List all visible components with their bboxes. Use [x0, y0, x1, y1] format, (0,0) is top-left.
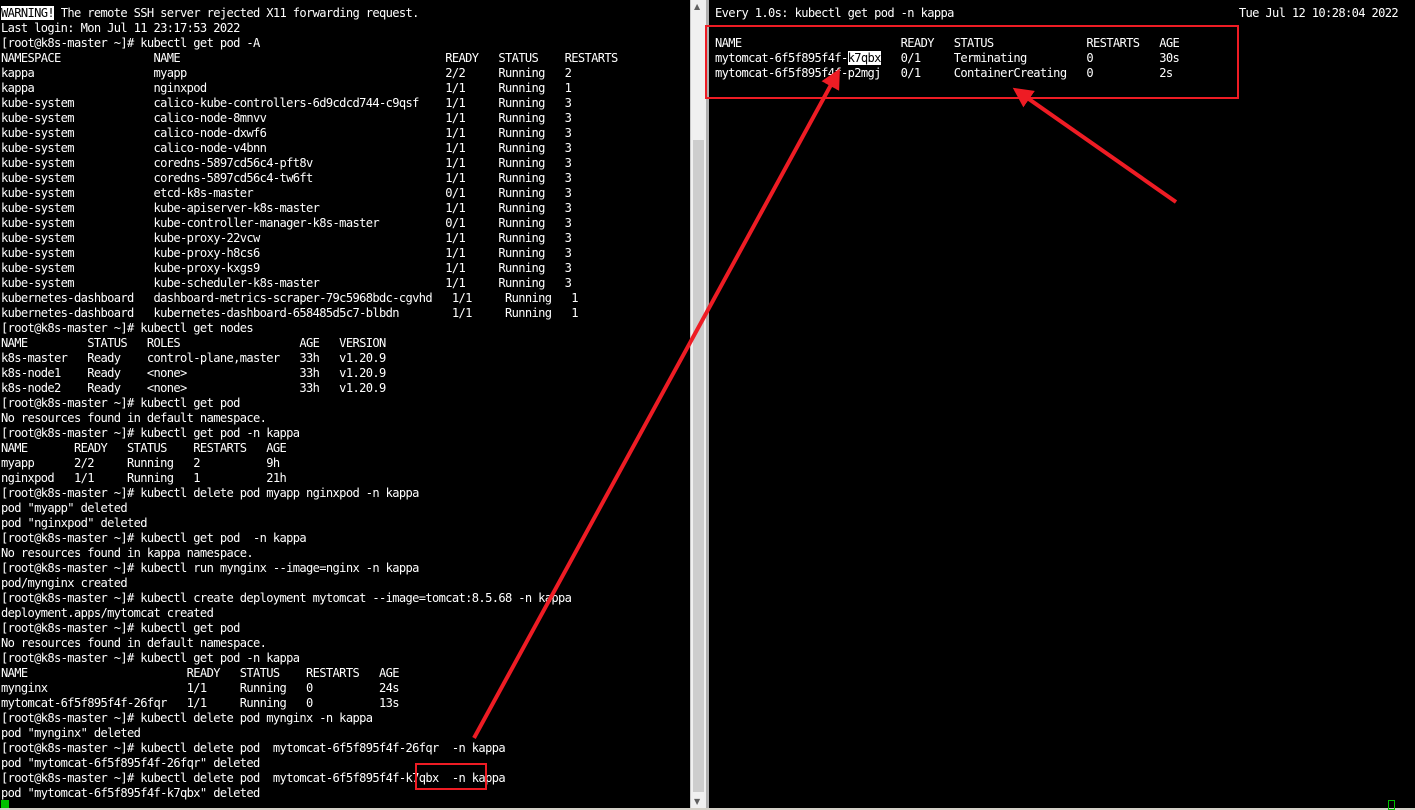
terminal-line: [root@k8s-master ~]# kubectl get pod -n … — [1, 651, 300, 665]
terminal-line: kube-system coredns-5897cd56c4-pft8v 1/1… — [1, 156, 572, 170]
terminal-line: [root@k8s-master ~]# kubectl delete pod … — [1, 486, 419, 500]
highlighted-text: WARNING! — [1, 6, 55, 20]
terminal-cursor — [1, 800, 9, 808]
terminal-line: kappa myapp 2/2 Running 2 — [1, 66, 572, 80]
terminal-line: kube-system coredns-5897cd56c4-tw6ft 1/1… — [1, 171, 572, 185]
terminal-line: pod "nginxpod" deleted — [1, 516, 148, 530]
terminal-line: [root@k8s-master ~]# kubectl get pod — [1, 621, 240, 635]
left-terminal-pane[interactable]: WARNING! The remote SSH server rejected … — [0, 0, 690, 808]
terminal-line: kube-system kube-proxy-22vcw 1/1 Running… — [1, 231, 572, 245]
terminal-line: [root@k8s-master ~]# kubectl create depl… — [1, 591, 572, 605]
terminal-line: kubernetes-dashboard dashboard-metrics-s… — [1, 291, 579, 305]
terminal-line: k8s-node1 Ready <none> 33h v1.20.9 — [1, 366, 386, 380]
terminal-line: NAMESPACE NAME READY STATUS RESTARTS — [1, 51, 618, 65]
terminal-line: myapp 2/2 Running 2 9h — [1, 456, 280, 470]
terminal-line: mynginx 1/1 Running 0 24s — [1, 681, 400, 695]
terminal-line: kube-system calico-node-8mnvv 1/1 Runnin… — [1, 111, 572, 125]
terminal-text: 0/1 Terminating 0 30s — [880, 51, 1180, 65]
terminal-line: No resources found in kappa namespace. — [1, 546, 254, 560]
terminal-line: deployment.apps/mytomcat created — [1, 606, 214, 620]
terminal-line: pod "mytomcat-6f5f895f4f-k7qbx" deleted — [1, 786, 260, 800]
terminal-line: No resources found in default namespace. — [1, 411, 267, 425]
left-terminal-output: WARNING! The remote SSH server rejected … — [1, 6, 618, 801]
terminal-line: mytomcat-6f5f895f4f-26fqr 1/1 Running 0 … — [1, 696, 400, 710]
terminal-line: NAME READY STATUS RESTARTS AGE — [1, 666, 400, 680]
terminal-line: NAME READY STATUS RESTARTS AGE — [1, 441, 287, 455]
terminal-line: NAME STATUS ROLES AGE VERSION — [1, 336, 386, 350]
terminal-line: pod/mynginx created — [1, 576, 128, 590]
terminal-line: [root@k8s-master ~]# kubectl get pod -A — [1, 36, 260, 50]
terminal-line: nginxpod 1/1 Running 1 21h — [1, 471, 287, 485]
terminal-cursor — [1388, 800, 1395, 810]
terminal-line: kubernetes-dashboard kubernetes-dashboar… — [1, 306, 579, 320]
terminal-line: pod "myapp" deleted — [1, 501, 128, 515]
terminal-line: kube-system calico-kube-controllers-6d9c… — [1, 96, 572, 110]
terminal-line: k8s-node2 Ready <none> 33h v1.20.9 — [1, 381, 386, 395]
terminal-line: kube-system kube-scheduler-k8s-master 1/… — [1, 276, 572, 290]
terminal-line: k8s-master Ready control-plane,master 33… — [1, 351, 386, 365]
terminal-line: [root@k8s-master ~]# kubectl run mynginx… — [1, 561, 419, 575]
terminal-line: Every 1.0s: kubectl get pod -n kappa Tue… — [715, 6, 1399, 20]
scroll-up-arrow-icon[interactable]: ▲ — [694, 2, 700, 11]
terminal-line: kube-system calico-node-dxwf6 1/1 Runnin… — [1, 126, 572, 140]
terminal-line: [root@k8s-master ~]# kubectl get pod — [1, 396, 240, 410]
terminal-line: [root@k8s-master ~]# kubectl get nodes — [1, 321, 254, 335]
terminal-line: Last login: Mon Jul 11 23:17:53 2022 — [1, 21, 240, 35]
terminal-line: kube-system kube-apiserver-k8s-master 1/… — [1, 201, 572, 215]
terminal-text: mytomcat-6f5f895f4f- — [715, 51, 848, 65]
highlighted-text: k7qbx — [847, 51, 881, 65]
terminal-line: mytomcat-6f5f895f4f-p2mgj 0/1 ContainerC… — [715, 66, 1173, 80]
terminal-line: [root@k8s-master ~]# kubectl get pod -n … — [1, 426, 300, 440]
terminal-line: kube-system kube-proxy-kxgs9 1/1 Running… — [1, 261, 572, 275]
terminal-line: [root@k8s-master ~]# kubectl delete pod … — [1, 741, 506, 755]
terminal-line: [root@k8s-master ~]# kubectl delete pod … — [1, 771, 506, 785]
terminal-line: pod "mynginx" deleted — [1, 726, 141, 740]
right-terminal-pane[interactable]: Every 1.0s: kubectl get pod -n kappa Tue… — [709, 0, 1415, 808]
terminal-line: pod "mytomcat-6f5f895f4f-26fqr" deleted — [1, 756, 260, 770]
terminal-line: kube-system kube-proxy-h8cs6 1/1 Running… — [1, 246, 572, 260]
terminal-line: kube-system kube-controller-manager-k8s-… — [1, 216, 572, 230]
terminal-line: [root@k8s-master ~]# kubectl get pod -n … — [1, 531, 307, 545]
terminal-line: NAME READY STATUS RESTARTS AGE — [715, 36, 1180, 50]
terminal-text: The remote SSH server rejected X11 forwa… — [54, 6, 420, 20]
terminal-line: kube-system etcd-k8s-master 0/1 Running … — [1, 186, 572, 200]
terminal-line: kappa nginxpod 1/1 Running 1 — [1, 81, 572, 95]
terminal-line: WARNING! The remote SSH server rejected … — [1, 6, 618, 21]
watch-terminal-output: Every 1.0s: kubectl get pod -n kappa Tue… — [715, 6, 1399, 81]
scroll-down-arrow-icon[interactable]: ▼ — [694, 797, 700, 806]
terminal-line: kube-system calico-node-v4bnn 1/1 Runnin… — [1, 141, 572, 155]
terminal-line: [root@k8s-master ~]# kubectl delete pod … — [1, 711, 373, 725]
left-terminal-scrollbar[interactable]: ▲ ▼ — [690, 0, 707, 808]
terminal-line: mytomcat-6f5f895f4f-k7qbx 0/1 Terminatin… — [715, 51, 1398, 66]
scrollbar-thumb[interactable] — [693, 140, 704, 792]
terminal-line: No resources found in default namespace. — [1, 636, 267, 650]
